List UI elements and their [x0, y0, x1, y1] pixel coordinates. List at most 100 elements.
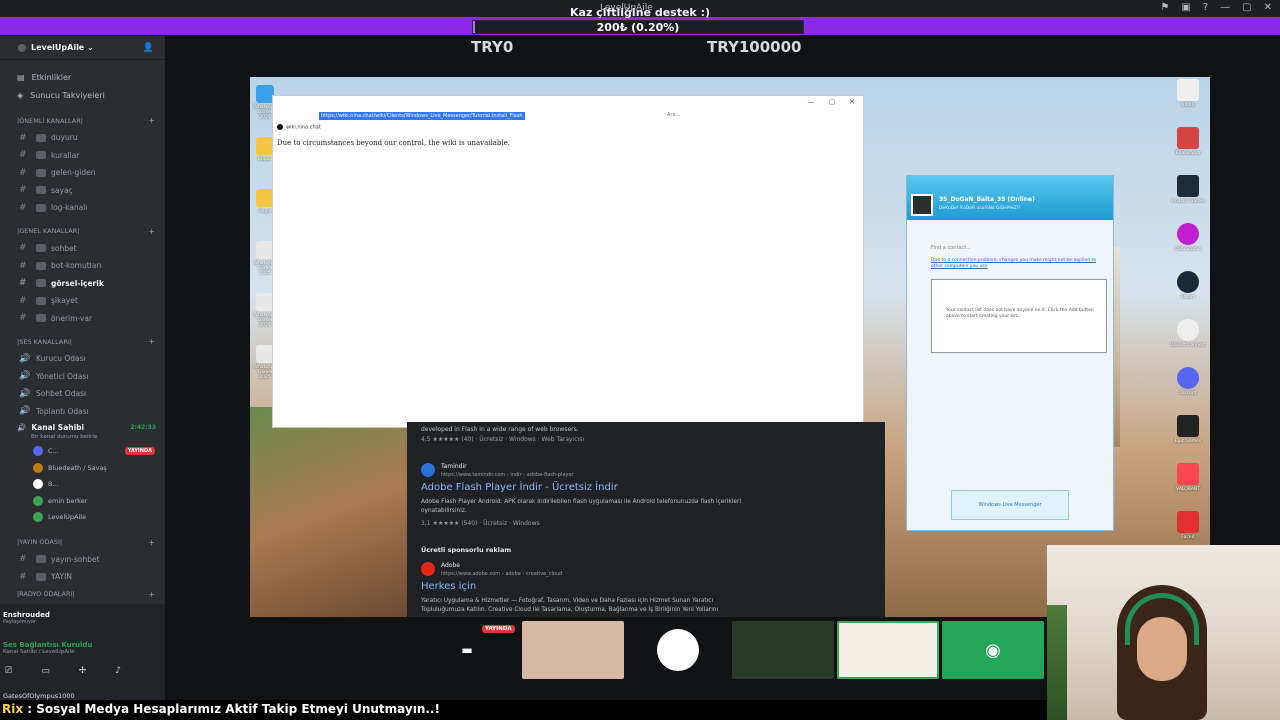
channel-yayin-sohbet[interactable]: # yayın-sohbet [0, 551, 165, 569]
desktop-icon[interactable]: Steam [1170, 271, 1206, 315]
sidebar-item-events[interactable]: ▤ Etkinlikler [17, 68, 165, 86]
desktop-icon[interactable]: BlueStacks [1170, 127, 1206, 171]
add-channel-icon[interactable]: + [148, 538, 155, 547]
channel-kurallar[interactable]: # kurallar [0, 147, 165, 165]
desktop-icon[interactable]: Ubisoft Connect [1170, 319, 1206, 363]
result-title-link[interactable]: Herkes için [421, 581, 476, 592]
category-general[interactable]: |GENEL KANALLAR| + [0, 223, 165, 240]
add-channel-icon[interactable]: + [148, 590, 155, 599]
browser-search[interactable]: Ara... [667, 112, 680, 118]
channel-sayac[interactable]: # sayaç [0, 182, 165, 200]
avatar [657, 629, 699, 671]
epic-games-icon [1177, 415, 1199, 437]
donation-progress-text: 200₺ (0.20%) [596, 21, 680, 34]
voice-sohbet-odasi[interactable]: 🔊 Sohbet Odası [0, 385, 165, 403]
desktop-icon[interactable]: Epic Games [1170, 415, 1206, 459]
donation-progress: 200₺ (0.20%) [472, 20, 804, 34]
voice-yonetici-odasi[interactable]: 🔊 Yönetici Odası [0, 368, 165, 386]
voice-status-hint[interactable]: Bir kanal durumu belirle [0, 434, 165, 443]
category-radio[interactable]: |RADYO ODALARI| + [0, 586, 165, 603]
result-url[interactable]: https://www.tamindir.com › indir › adobe… [441, 472, 574, 478]
goal-max: TRY100000 [707, 38, 802, 56]
category-yayin[interactable]: |YAYIN ODASI| + [0, 534, 165, 551]
username[interactable]: GatesOfOlympus1000 [3, 692, 75, 700]
result-rating: 3,1 ★★★★★ (540) · Ücretsiz · Windows [421, 520, 540, 527]
channel-log-kanali[interactable]: # log-kanalı [0, 199, 165, 217]
hash-icon: # [19, 202, 27, 213]
server-header[interactable]: LevelUpAile ⌄ 👤 [0, 36, 165, 60]
add-channel-icon[interactable]: + [148, 227, 155, 236]
activities-icon[interactable]: ✢ [79, 666, 87, 676]
contact-search-input[interactable]: Find a contact... [931, 245, 971, 251]
desktop-icon[interactable]: VALORANT [1170, 463, 1206, 507]
result-title-link[interactable]: Adobe Flash Player İndir - Ücretsiz İndi… [421, 482, 618, 493]
cam-tile-user[interactable] [732, 621, 834, 679]
chat-ticker: Rix : Sosyal Medya Hesaplarımız Aktif Ta… [0, 700, 1047, 720]
messenger-username[interactable]: 35_DoGaN_Balta_35 (Online) [939, 196, 1035, 203]
search-results: developed in Flash in a wide range of we… [407, 422, 885, 617]
add-channel-icon[interactable]: + [148, 116, 155, 125]
voice-user[interactable]: emin berker [0, 493, 165, 510]
voice-connection-status[interactable]: Ses Bağlantısı Kuruldu [0, 625, 165, 649]
result-url[interactable]: https://www.adobe.com › adobe › creative… [441, 571, 562, 577]
cam-tile-user[interactable] [837, 621, 939, 679]
discord-icon: ◉ [985, 639, 1001, 661]
voice-user[interactable]: LevelUpAile [0, 509, 165, 526]
url-text[interactable]: https://wiki.nina.chat/wiki/Clients/Wind… [319, 112, 525, 120]
stream-desktop: WhatsApp Görsel 2025 Bugün Hayat WhatsAp… [250, 77, 1210, 617]
valorant-icon [1177, 463, 1199, 485]
voice-kurucu-odasi[interactable]: 🔊 Kurucu Odası [0, 350, 165, 368]
channel-sohbet[interactable]: # sohbet [0, 240, 165, 258]
camera-icon[interactable]: ⎚ [5, 666, 12, 676]
voice-user[interactable]: B... [0, 476, 165, 493]
voice-kanal-sahibi[interactable]: 🔊 Kanal Sahibi 2:42:33 [0, 420, 165, 434]
speaker-icon: 🔊 [17, 422, 27, 432]
desktop-icon[interactable]: Discord [1170, 367, 1206, 411]
category-label: |RADYO ODALARI| [17, 590, 75, 598]
category-important[interactable]: |ÖNEMLİ KANALLAR| + [0, 112, 165, 129]
add-person-icon[interactable]: 👤 [143, 43, 154, 53]
browser-window-controls: — ▢ ✕ [808, 98, 856, 106]
desktop-icon[interactable]: Amazon Games [1170, 175, 1206, 219]
live-badge: YAYINDA [124, 447, 155, 456]
channel-bot-komutlari[interactable]: # bot-komutları [0, 257, 165, 275]
voice-toplanti-odasi[interactable]: 🔊 Toplantı Odası [0, 403, 165, 421]
channel-emoji-icon [36, 203, 46, 212]
channel-duyuru[interactable]: # duyuru [0, 129, 165, 147]
category-label: |GENEL KANALLAR| [17, 227, 80, 235]
maximize-icon[interactable]: ▢ [829, 98, 836, 106]
close-icon[interactable]: ✕ [849, 98, 855, 106]
cam-tile-user[interactable]: ◉ [942, 621, 1044, 679]
minimize-icon[interactable]: — [808, 98, 815, 106]
channel-gelen-giden[interactable]: # gelen-giden [0, 164, 165, 182]
hash-icon: # [19, 313, 27, 324]
wiki-unavailable-message: Due to circumstances beyond our control,… [277, 139, 511, 147]
connection-warning-link[interactable]: Due to a connection problem, changes you… [931, 258, 1101, 270]
channel-emoji-icon [36, 151, 46, 160]
voice-timer: 2:42:33 [130, 423, 156, 431]
desktop-icon[interactable]: OBS Studio [1170, 223, 1206, 267]
address-bar[interactable]: https://wiki.nina.chat/wiki/Clients/Wind… [309, 112, 829, 120]
cam-tile-user[interactable] [627, 621, 729, 679]
sidebar-item-boosts[interactable]: ◈ Sunucu Takviyeleri [17, 86, 165, 104]
hash-icon: # [19, 278, 27, 289]
speaker-icon: 🔊 [19, 353, 31, 364]
channel-sikayet[interactable]: # şikayet [0, 292, 165, 310]
soundboard-icon[interactable]: ♪ [115, 666, 121, 676]
avatar[interactable] [911, 194, 933, 216]
voice-user[interactable]: Bluedeath / Savaş [0, 460, 165, 477]
desktop-icon[interactable]: NIKKE [1170, 79, 1206, 123]
channel-emoji-icon [36, 555, 46, 564]
browser-tab[interactable]: wiki.nina.chat [277, 124, 321, 131]
add-channel-icon[interactable]: + [148, 337, 155, 346]
channel-onerim-var[interactable]: # önerim-var [0, 310, 165, 328]
screen-share-icon[interactable]: ▭ [41, 666, 50, 676]
cam-tile-user[interactable] [522, 621, 624, 679]
channel-gorsel-icerik[interactable]: # görsel-içerik [0, 275, 165, 293]
category-voice[interactable]: |SES KANALLARI| + [0, 333, 165, 350]
speaker-icon: 🔊 [19, 406, 31, 417]
result-description: Yaratıcı Uygulama & Hizmetler — Fotoğraf… [421, 598, 719, 613]
channel-yayin[interactable]: # YAYIN [0, 568, 165, 586]
messenger-personal-message[interactable]: DeKoDe! KaDeR aLaYiNa GiDeMeZ!! [939, 206, 1020, 211]
voice-user[interactable]: C... YAYINDA [0, 443, 165, 460]
